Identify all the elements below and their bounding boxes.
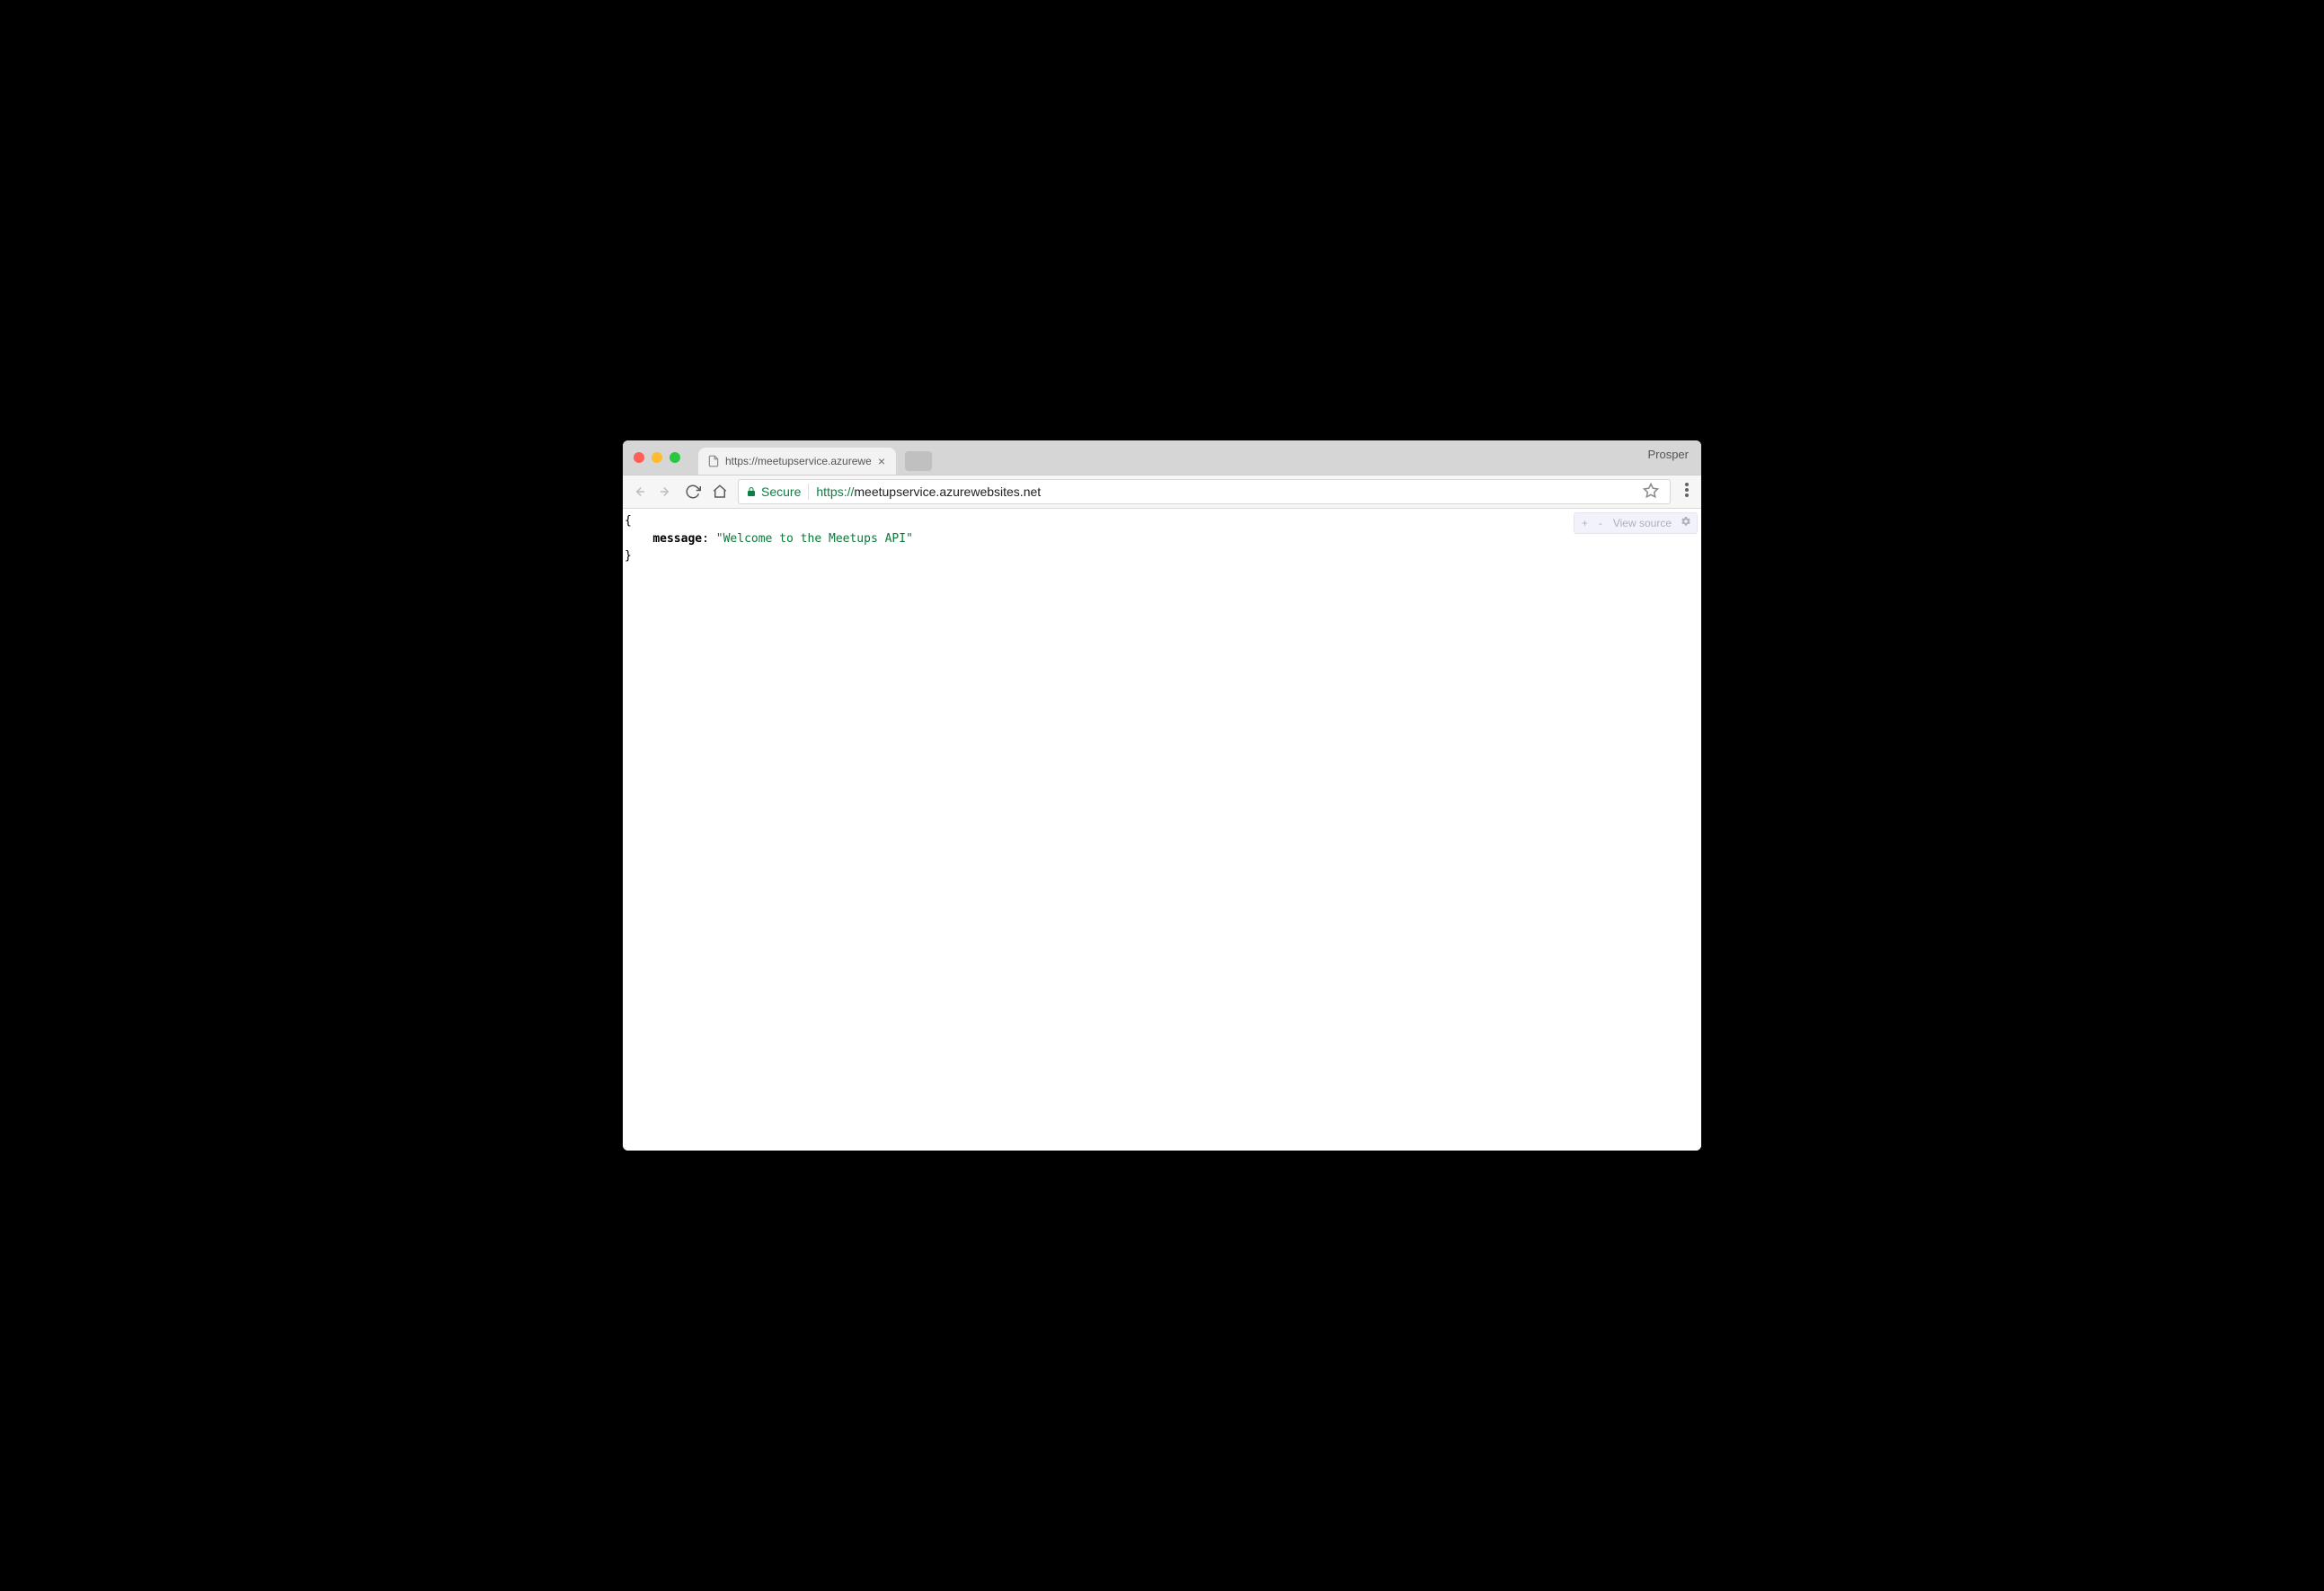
browser-window: https://meetupservice.azurewe × Prosper … [623, 440, 1701, 1151]
tab-title: https://meetupservice.azurewe [725, 455, 871, 467]
gear-icon[interactable] [1681, 515, 1691, 531]
json-open-brace: { [625, 512, 1699, 530]
json-viewer-toolbar: + - View source [1574, 512, 1698, 534]
forward-button[interactable] [657, 483, 675, 501]
secure-indicator[interactable]: Secure [746, 484, 801, 499]
new-tab-button[interactable] [905, 451, 932, 471]
page-content: + - View source { message: "Welcome to t… [623, 509, 1701, 1151]
json-close-brace: } [625, 547, 1699, 565]
url-text: https://meetupservice.azurewebsites.net [816, 484, 1041, 499]
json-property: message: "Welcome to the Meetups API" [625, 530, 1699, 548]
json-key: message [652, 532, 702, 546]
window-minimize-button[interactable] [652, 452, 662, 463]
expand-all-button[interactable]: + [1580, 515, 1590, 531]
url-scheme: https:// [816, 484, 854, 499]
back-button[interactable] [630, 483, 648, 501]
window-close-button[interactable] [634, 452, 644, 463]
window-zoom-button[interactable] [670, 452, 680, 463]
collapse-all-button[interactable]: - [1597, 515, 1604, 531]
browser-tab[interactable]: https://meetupservice.azurewe × [698, 448, 896, 475]
url-host: meetupservice.azurewebsites.net [854, 484, 1041, 499]
address-bar[interactable]: Secure https://meetupservice.azurewebsit… [738, 479, 1671, 504]
url-divider [808, 484, 809, 500]
window-controls [623, 452, 680, 463]
page-icon [707, 455, 720, 467]
reload-button[interactable] [684, 483, 702, 501]
json-string-value: "Welcome to the Meetups API" [716, 532, 913, 546]
tab-strip: https://meetupservice.azurewe × Prosper [623, 440, 1701, 475]
secure-label: Secure [761, 484, 801, 499]
view-source-button[interactable]: View source [1611, 515, 1673, 531]
profile-label[interactable]: Prosper [1647, 448, 1689, 461]
tab-close-button[interactable]: × [876, 454, 887, 468]
browser-toolbar: Secure https://meetupservice.azurewebsit… [623, 475, 1701, 509]
chrome-menu-button[interactable] [1680, 483, 1694, 502]
home-button[interactable] [711, 483, 729, 501]
bookmark-star-button[interactable] [1639, 483, 1663, 502]
